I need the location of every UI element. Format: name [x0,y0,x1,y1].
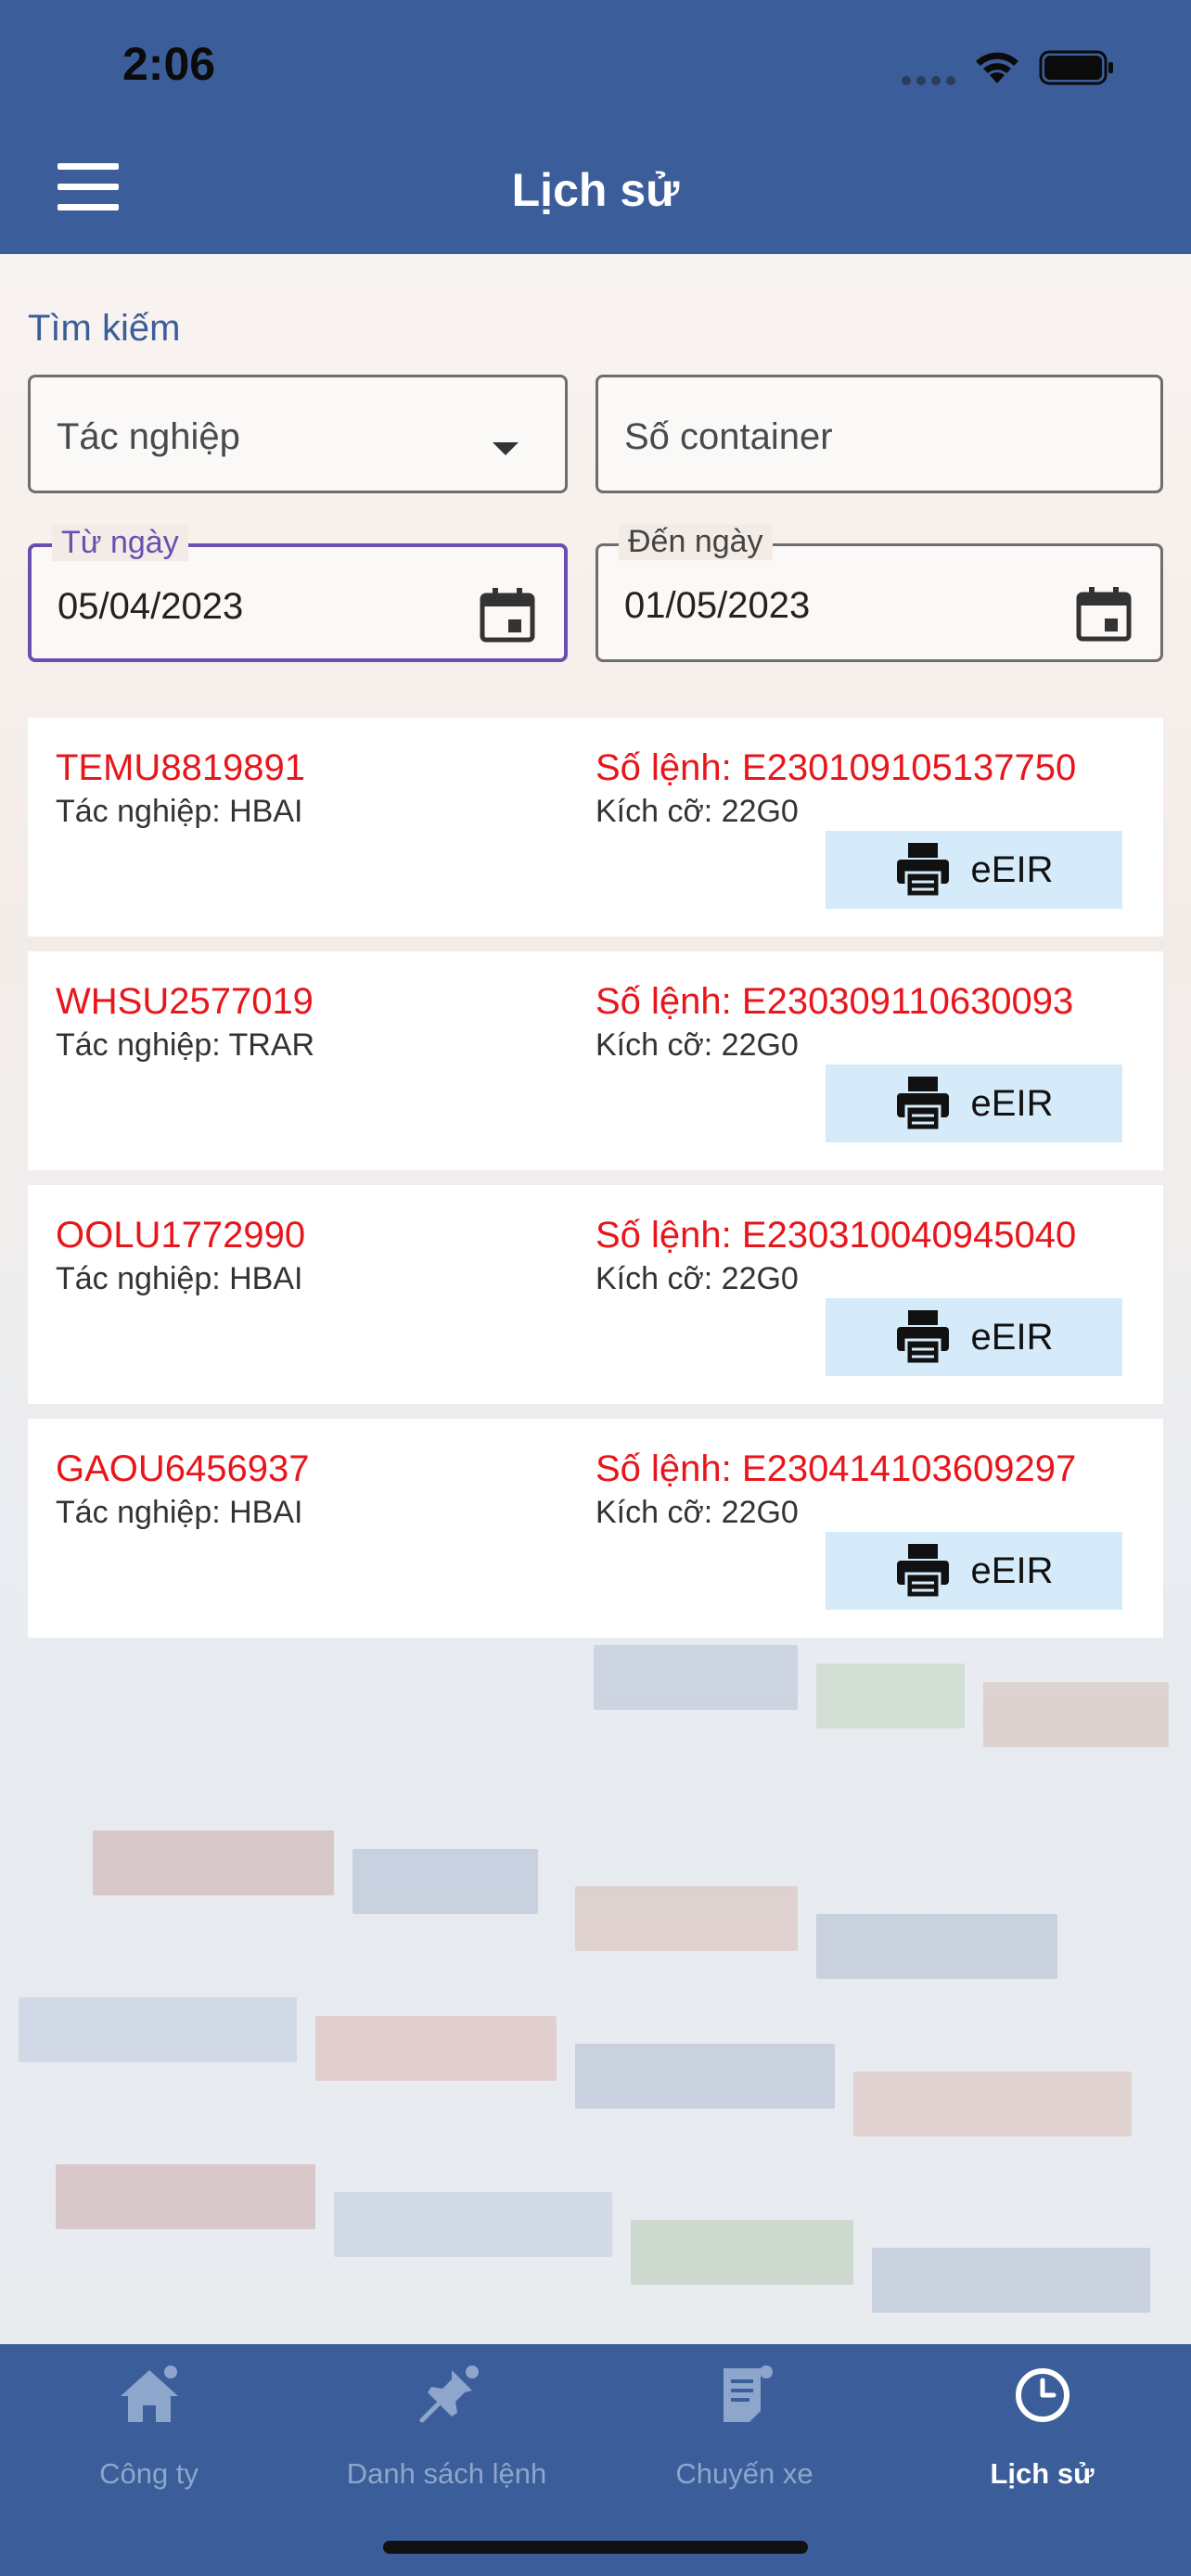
document-icon [723,2366,773,2422]
printer-icon [896,1310,949,1366]
order-number: Số lệnh: E230109105137750 [596,747,1077,788]
operation-text: Tác nghiệp: HBAI [56,794,303,829]
operation-text: Tác nghiệp: HBAI [56,1261,303,1296]
from-date-value: 05/04/2023 [58,586,244,627]
container-code: TEMU8819891 [56,747,306,788]
tab-trips[interactable]: Chuyến xe [596,2344,893,2530]
operation-dropdown-placeholder: Tác nghiệp [57,416,240,457]
to-date-field[interactable]: Đến ngày 01/05/2023 [596,524,1163,662]
eeir-button-label: eEIR [970,848,1054,890]
eeir-button-label: eEIR [970,1316,1054,1358]
container-size: Kích cỡ: 22G0 [596,1495,799,1530]
wifi-icon [976,52,1018,83]
order-number: Số lệnh: E230309110630093 [596,981,1074,1022]
home-indicator[interactable] [383,2541,808,2554]
status-time: 2:06 [122,38,216,90]
tab-company-label: Công ty [99,2457,198,2490]
from-date-field[interactable]: Từ ngày 05/04/2023 [28,525,568,662]
tab-order-list-label: Danh sách lệnh [346,2457,547,2490]
container-size: Kích cỡ: 22G0 [596,794,799,829]
order-number: Số lệnh: E230310040945040 [596,1215,1077,1256]
history-record-card: OOLU1772990 Tác nghiệp: HBAI Số lệnh: E2… [28,1185,1163,1404]
tab-history[interactable]: Lịch sử [893,2344,1191,2530]
eeir-button-label: eEIR [970,1082,1054,1124]
eeir-print-button[interactable]: eEIR [826,1065,1122,1142]
tab-order-list[interactable]: Danh sách lệnh [298,2344,596,2530]
app-header: Lịch sử [0,139,1191,254]
container-code: GAOU6456937 [56,1448,310,1489]
printer-icon [896,1077,949,1132]
container-code: WHSU2577019 [56,981,314,1022]
operation-text: Tác nghiệp: HBAI [56,1495,303,1530]
eeir-print-button[interactable]: eEIR [826,831,1122,909]
cellular-signal-icon [902,76,955,85]
eeir-print-button[interactable]: eEIR [826,1532,1122,1610]
container-number-placeholder: Số container [624,416,833,457]
history-record-card: WHSU2577019 Tác nghiệp: TRAR Số lệnh: E2… [28,951,1163,1170]
from-date-label: Từ ngày [52,525,188,561]
home-icon [120,2366,178,2422]
container-size: Kích cỡ: 22G0 [596,1027,799,1063]
printer-icon [896,843,949,899]
to-date-label: Đến ngày [619,524,773,560]
container-size: Kích cỡ: 22G0 [596,1261,799,1296]
calendar-icon[interactable] [1075,585,1133,643]
eeir-print-button[interactable]: eEIR [826,1298,1122,1376]
tab-company[interactable]: Công ty [0,2344,298,2530]
operation-text: Tác nghiệp: TRAR [56,1027,315,1063]
pin-icon [419,2366,479,2423]
calendar-icon[interactable] [479,586,536,644]
eeir-button-label: eEIR [970,1549,1054,1591]
tab-history-label: Lịch sử [990,2457,1095,2490]
container-code: OOLU1772990 [56,1215,306,1256]
container-number-input[interactable]: Số container [596,375,1163,493]
to-date-value: 01/05/2023 [624,585,811,626]
history-record-card: TEMU8819891 Tác nghiệp: HBAI Số lệnh: E2… [28,718,1163,937]
battery-icon [1039,50,1113,85]
search-label: Tìm kiếm [28,308,181,349]
page-title: Lịch sử [511,164,680,216]
operation-dropdown[interactable]: Tác nghiệp [28,375,568,493]
tab-trips-label: Chuyến xe [675,2457,813,2490]
status-bar: 2:06 [0,0,1191,139]
caret-down-icon [493,442,519,455]
order-number: Số lệnh: E230414103609297 [596,1448,1077,1489]
history-record-card: GAOU6456937 Tác nghiệp: HBAI Số lệnh: E2… [28,1419,1163,1638]
clock-icon [1015,2368,1069,2422]
printer-icon [896,1544,949,1600]
